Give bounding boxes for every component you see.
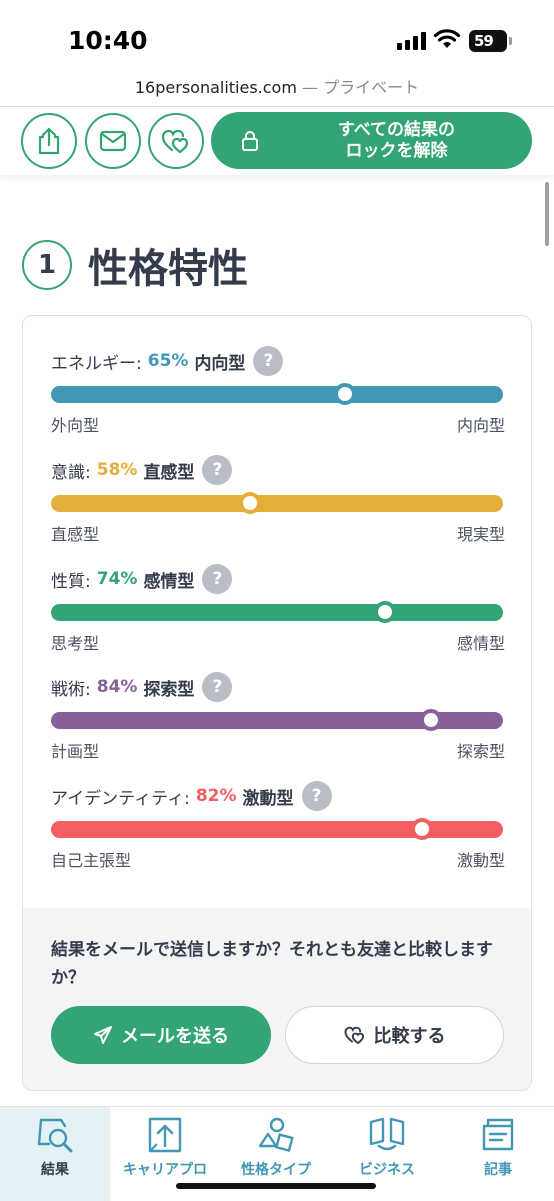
trait-right-pole: 内向型 (456, 416, 505, 435)
nav-item-articles[interactable]: 記事 (443, 1107, 553, 1201)
trait-percent: 74% (96, 569, 138, 589)
trait-bar (51, 818, 503, 840)
help-icon[interactable]: ? (202, 672, 233, 702)
trait-row: アイデンティティ: 82% 激動型? 自己主張型 激動型 (51, 781, 505, 881)
trait-left-pole: 計画型 (51, 742, 100, 761)
trait-type: 内向型 (194, 353, 246, 374)
trait-left-pole: 外向型 (51, 416, 100, 435)
trait-right-pole: 探索型 (456, 742, 505, 761)
help-icon[interactable]: ? (253, 346, 284, 376)
trait-right-pole: 感情型 (456, 634, 505, 653)
help-icon[interactable]: ? (202, 455, 233, 485)
private-mode-label: — プライベート (302, 78, 420, 97)
articles-icon (482, 1118, 514, 1151)
unlock-label-line2: ロックを解除 (345, 141, 448, 161)
send-email-label: メールを送る (121, 1026, 229, 1047)
trait-row: エネルギー: 65% 内向型? 外向型 内向型 (51, 346, 505, 446)
trait-label: 意識: 58% 直感型? (51, 455, 233, 485)
trait-percent: 84% (96, 677, 138, 697)
url-domain: 16personalities.com (134, 78, 297, 97)
trait-name: 性質: (51, 571, 91, 592)
lock-icon (242, 131, 258, 151)
status-bar: 10:40 59 (0, 0, 554, 74)
trait-name: アイデンティティ: (51, 788, 190, 809)
share-button[interactable] (21, 113, 77, 169)
trait-right-pole: 激動型 (456, 851, 505, 870)
trait-type: 感情型 (143, 571, 195, 592)
trait-name: 意識: (51, 462, 91, 483)
trait-label: 性質: 74% 感情型? (51, 564, 233, 594)
cellular-signal-icon (397, 32, 427, 50)
section-title: 性格特性 (88, 246, 248, 292)
help-icon[interactable]: ? (202, 564, 233, 594)
trait-left-pole: 直感型 (51, 525, 100, 544)
trait-name: 戦術: (51, 679, 91, 700)
share-question: 結果をメールで送信しますか？それとも友達と比較しますか？ (51, 940, 493, 988)
trait-slider-knob (333, 383, 356, 405)
trait-name: エネルギー: (51, 353, 142, 374)
hearts-icon (161, 129, 189, 154)
nav-label: キャリアプロ (123, 1162, 207, 1178)
compare-label: 比較する (373, 1026, 446, 1047)
compare-friends-button[interactable] (148, 113, 204, 169)
trait-bar (51, 492, 503, 514)
trait-row: 性質: 74% 感情型? 思考型 感情型 (51, 564, 505, 664)
traits-card: エネルギー: 65% 内向型? 外向型 内向型 意識: 58% 直感型? 直感型 現実型 性質: 74… (22, 315, 532, 1091)
email-button[interactable] (85, 113, 141, 169)
unlock-all-results-button[interactable]: すべての結果の ロックを解除 (211, 112, 532, 169)
home-indicator (176, 1183, 376, 1189)
share-icon (38, 127, 60, 155)
trait-slider-knob (374, 601, 397, 623)
personality-types-icon (258, 1117, 294, 1153)
trait-left-pole: 思考型 (51, 634, 100, 653)
trait-percent: 82% (195, 786, 237, 806)
paper-plane-icon (94, 1026, 112, 1044)
trait-type: 探索型 (143, 679, 195, 700)
hearts-icon (344, 1026, 364, 1045)
scrollbar[interactable] (545, 182, 549, 246)
nav-label: 結果 (41, 1162, 69, 1178)
nav-label: 性格タイプ (241, 1162, 311, 1178)
trait-right-pole: 現実型 (456, 525, 505, 544)
trait-row: 意識: 58% 直感型? 直感型 現実型 (51, 455, 505, 555)
unlock-label: すべての結果の ロックを解除 (281, 120, 512, 162)
trait-left-pole: 自己主張型 (51, 851, 132, 870)
nav-label: 記事 (484, 1162, 512, 1178)
trait-bar (51, 709, 503, 731)
trait-row: 戦術: 84% 探索型? 計画型 探索型 (51, 672, 505, 772)
trait-bar (51, 601, 503, 623)
trait-slider-knob (419, 709, 442, 731)
results-icon (37, 1118, 73, 1153)
trait-label: アイデンティティ: 82% 激動型? (51, 781, 332, 811)
trait-label: エネルギー: 65% 内向型? (51, 346, 284, 376)
wifi-icon (433, 29, 461, 48)
nav-label: ビジネス (359, 1162, 415, 1178)
action-bar: すべての結果の ロックを解除 (0, 107, 554, 175)
trait-slider-knob (238, 492, 261, 514)
share-panel: 結果をメールで送信しますか？それとも友達と比較しますか？ メールを送る 比較する (23, 908, 531, 1090)
send-email-button[interactable]: メールを送る (51, 1006, 271, 1064)
envelope-icon (99, 130, 127, 152)
trait-type: 激動型 (242, 788, 294, 809)
url-bar[interactable]: 16personalities.com — プライベート (0, 74, 554, 106)
section-number: 1 (22, 240, 72, 290)
trait-bar (51, 383, 503, 405)
battery-level: 59 (474, 32, 494, 50)
battery-icon: 59 (469, 30, 512, 52)
trait-label: 戦術: 84% 探索型? (51, 672, 233, 702)
status-time: 10:40 (68, 26, 148, 55)
trait-percent: 58% (96, 460, 138, 480)
trait-percent: 65% (147, 351, 189, 371)
career-icon (148, 1117, 182, 1153)
business-icon (369, 1117, 405, 1151)
nav-item-results[interactable]: 結果 (0, 1107, 110, 1201)
compare-button[interactable]: 比較する (285, 1006, 504, 1064)
help-icon[interactable]: ? (301, 781, 332, 811)
unlock-label-line1: すべての結果の (337, 120, 456, 140)
trait-type: 直感型 (143, 462, 195, 483)
trait-slider-knob (410, 818, 433, 840)
